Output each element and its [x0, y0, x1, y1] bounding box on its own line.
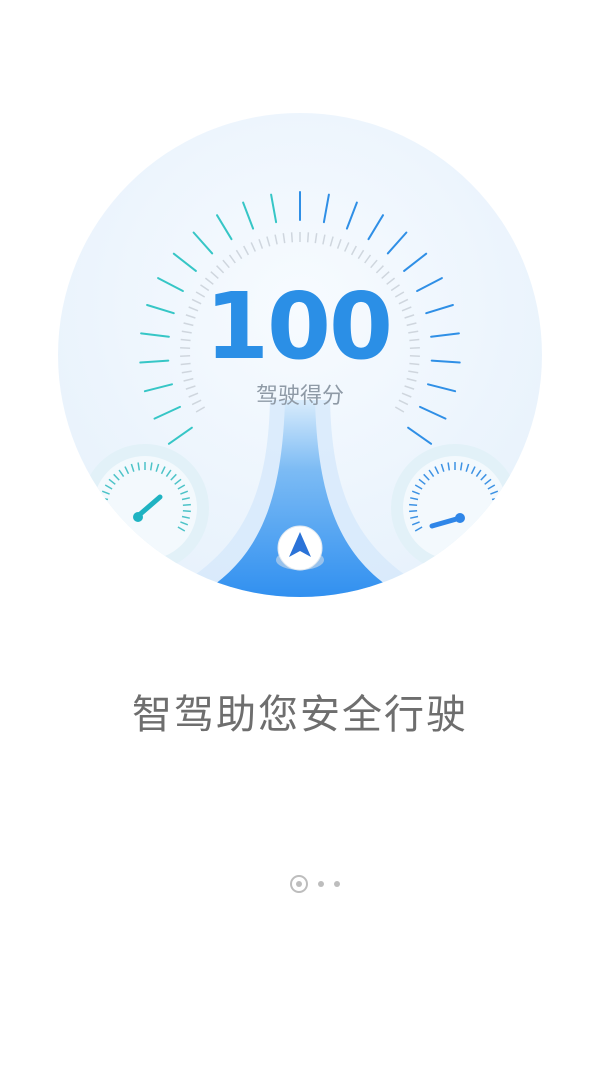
splash-screen: 100 驾驶得分 智驾助您安全行驶 — [0, 0, 600, 1067]
mini-gauge-tick — [409, 510, 418, 513]
mini-gauge-tick — [182, 503, 191, 506]
mini-gauge-tick — [99, 503, 108, 506]
score-value: 100 — [205, 273, 391, 380]
mini-gauge-tick — [101, 521, 110, 526]
gauge-minor-tick — [306, 232, 310, 243]
score-label: 驾驶得分 — [256, 384, 344, 409]
gauge-minor-tick — [180, 338, 191, 342]
score-illustration: 100 驾驶得分 — [58, 113, 542, 597]
mini-gauge-tick — [487, 526, 496, 532]
left-mini-gauge-icon — [81, 444, 209, 572]
mini-gauge-tick — [100, 515, 109, 519]
mini-gauge-tick — [104, 526, 113, 532]
mini-gauge-tick — [491, 515, 500, 519]
gauge-minor-tick — [409, 362, 420, 366]
mini-gauge-tick — [492, 503, 501, 506]
page-dot[interactable] — [334, 881, 340, 887]
mini-gauge-tick — [409, 503, 418, 506]
right-mini-gauge-icon — [391, 444, 519, 572]
gauge-minor-tick — [290, 232, 294, 243]
page-indicator — [0, 872, 600, 896]
page-dot-active[interactable] — [290, 875, 308, 893]
mini-gauge-tick — [490, 521, 499, 526]
mini-gauge-tick — [492, 510, 501, 513]
mini-gauge-tick — [99, 510, 108, 513]
page-dot[interactable] — [318, 881, 324, 887]
gauge-minor-tick — [180, 362, 191, 366]
mini-gauge-tick — [182, 510, 191, 513]
gauge-minor-tick — [409, 338, 420, 342]
slogan-text: 智驾助您安全行驶 — [132, 692, 468, 738]
